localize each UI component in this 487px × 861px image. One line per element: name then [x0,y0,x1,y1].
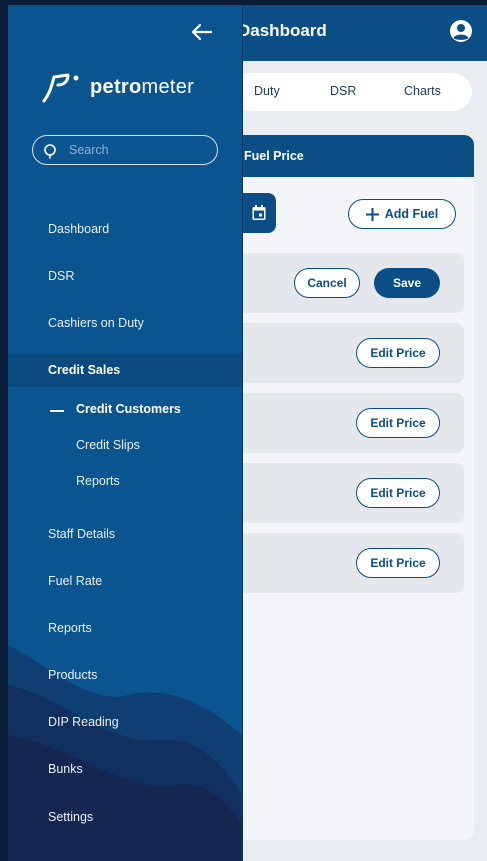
petrometer-logo-icon [42,73,79,103]
add-fuel-button[interactable]: Add Fuel [348,199,456,229]
tab-bar: Duty DSR Charts [232,73,472,111]
sidebar-subitem-reports[interactable]: Reports [8,467,242,497]
tab-dsr[interactable]: DSR [330,84,356,98]
arrow-left-icon[interactable] [190,23,212,41]
search-box[interactable] [32,135,218,165]
panel-header: Fuel Price [232,135,474,177]
calendar-icon [252,205,266,220]
sidebar-item-credit-sales[interactable]: Credit Sales [8,353,242,387]
sidebar-item-staff-details[interactable]: Staff Details [8,517,242,551]
tab-charts[interactable]: Charts [404,84,441,98]
edit-price-button[interactable]: Edit Price [356,338,440,368]
fuel-row: Edit Price [232,533,464,593]
sidebar-item-dsr[interactable]: DSR [8,259,242,293]
search-icon [44,144,56,159]
user-circle-icon[interactable] [449,19,473,43]
add-fuel-label: Add Fuel [384,207,439,221]
navigation-drawer: petrometer Dashboard DSR Cashiers on Dut… [8,5,242,861]
fuel-row-editing: Cancel Save [232,253,464,313]
sidebar-item-reports[interactable]: Reports [8,611,242,645]
fuel-row: Edit Price [232,323,464,383]
sidebar-item-settings[interactable]: Settings [8,800,242,834]
edit-price-button[interactable]: Edit Price [356,408,440,438]
panel-title: Fuel Price [244,149,304,163]
search-input[interactable] [69,141,209,159]
app-logo: petrometer [42,71,194,103]
edit-price-button[interactable]: Edit Price [356,478,440,508]
tab-duty[interactable]: Duty [254,84,280,98]
sidebar-item-bunks[interactable]: Bunks [8,752,242,786]
save-button[interactable]: Save [374,268,440,298]
page-title: Dashboard [238,21,327,40]
logo-wordmark: petrometer [90,75,195,98]
sidebar-item-dashboard[interactable]: Dashboard [8,212,242,246]
edit-price-button[interactable]: Edit Price [356,548,440,578]
sidebar-item-cashiers-on-duty[interactable]: Cashiers on Duty [8,306,242,340]
sidebar-item-dip-reading[interactable]: DIP Reading [8,705,242,739]
fuel-price-panel: Fuel Price Add Fuel Cancel Save Edit Pri… [232,135,474,840]
fuel-row: Edit Price [232,463,464,523]
fuel-row: Edit Price [232,393,464,453]
sidebar-subitem-credit-customers[interactable]: Credit Customers [8,395,242,425]
sidebar-item-products[interactable]: Products [8,658,242,692]
plus-icon [365,207,379,221]
sidebar-subitem-credit-slips[interactable]: Credit Slips [8,431,242,461]
sidebar-item-fuel-rate[interactable]: Fuel Rate [8,564,242,598]
cancel-button[interactable]: Cancel [294,268,360,298]
drawer-edge [242,5,243,861]
active-indicator [50,410,64,412]
